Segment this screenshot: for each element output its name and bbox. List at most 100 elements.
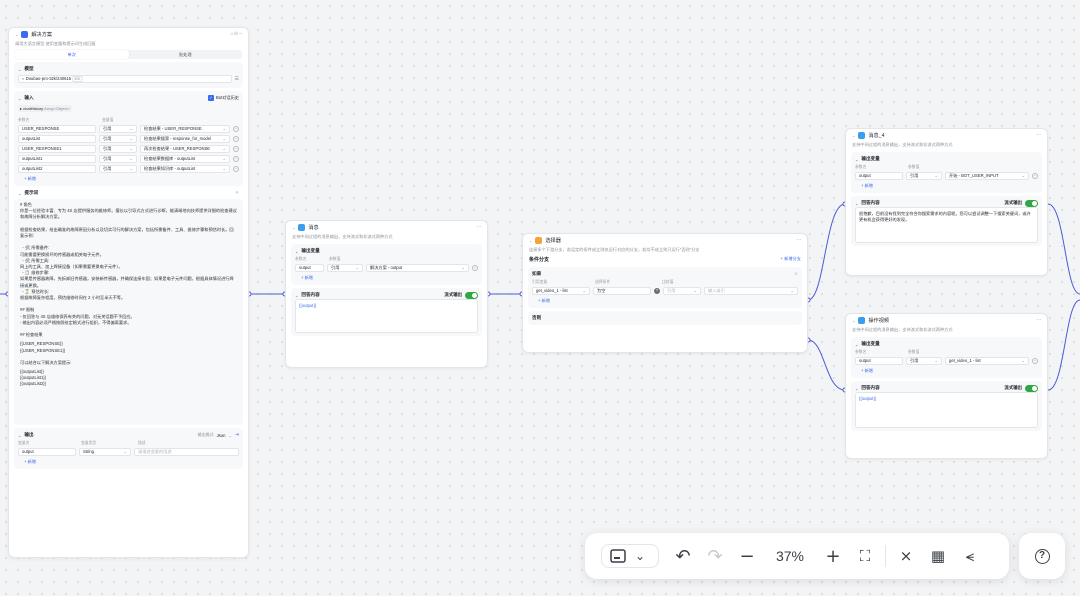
collapse-caret-icon[interactable]: ⌄	[855, 386, 858, 391]
answer-field[interactable]: 很抱歉，目前没有找到完全符合你搜索需求的内容呢。您可以尝试调整一下搜索关键词，或…	[855, 207, 1038, 243]
collapse-caret-icon[interactable]: ⌄	[18, 191, 21, 196]
var-mode-select[interactable]: 引用	[906, 172, 942, 180]
input-name-field[interactable]: outputList1	[18, 155, 96, 163]
minimap-toggle[interactable]: ⌄	[601, 544, 659, 568]
input-mode-select[interactable]: 引用	[99, 155, 137, 163]
add-condition-button[interactable]: + 新增	[532, 297, 798, 305]
input-name-field[interactable]: USER_RESPONSE	[18, 125, 96, 133]
chevron-down-icon[interactable]: ⌄	[228, 433, 231, 438]
collapse-caret-icon[interactable]: ⌄	[852, 133, 855, 138]
collapse-caret-icon[interactable]: ⌄	[18, 67, 21, 72]
add-var-button[interactable]: + 新增	[855, 367, 1038, 375]
add-var-button[interactable]: + 新增	[295, 274, 478, 282]
collapse-icon[interactable]: ⨯	[890, 547, 922, 565]
line-style-icon[interactable]: ⪪	[954, 547, 986, 565]
redo-icon[interactable]: ↷	[699, 546, 731, 567]
clear-icon[interactable]: ×	[654, 288, 660, 294]
node-title[interactable]: 解决方案	[31, 31, 52, 38]
stream-toggle[interactable]	[465, 291, 478, 299]
output-format-select[interactable]: Json	[217, 433, 226, 438]
zoom-level[interactable]: 37%	[763, 548, 817, 564]
selector-node[interactable]: ⌄ 选择器 ··· 连接多个下游分支，若设定的条件成立则仅运行对应的分支，若均不成立…	[522, 233, 808, 353]
add-output-button[interactable]: + 新增	[18, 458, 239, 466]
prompt-editor[interactable]: # 角色 你是一位经验丰富、专为 4S 店提供服务的维修师。擅长以引导式方式进行…	[14, 199, 243, 425]
var-name-field[interactable]: output	[855, 172, 903, 180]
input-name-field[interactable]: USER_RESPONSE1	[18, 145, 96, 153]
output-name-field[interactable]: output	[18, 448, 76, 456]
collapse-caret-icon[interactable]: ⌄	[18, 96, 21, 101]
input-value-select[interactable]: 检查结果数据库 - outputList	[140, 155, 230, 163]
collapse-caret-icon[interactable]: ⌄	[855, 157, 858, 162]
more-icon[interactable]: ···	[797, 237, 802, 243]
auto-layout-icon[interactable]: ▦	[922, 547, 954, 565]
output-type-select[interactable]: String	[79, 448, 131, 456]
remove-icon[interactable]: −	[233, 156, 239, 162]
output-desc-field[interactable]: 请描述变量的用途	[134, 448, 239, 456]
node-title[interactable]: 操作视频	[868, 317, 889, 324]
settings-icon[interactable]: ☰	[235, 76, 239, 82]
chevron-down-icon[interactable]: ⌄	[630, 549, 650, 563]
more-icon[interactable]: ···	[477, 224, 482, 230]
remove-icon[interactable]: −	[1032, 173, 1038, 179]
var-name-field[interactable]: output	[295, 264, 324, 272]
chat-history-chip[interactable]: ▸ chatHistory Array<Object>	[18, 105, 72, 112]
answer-field[interactable]: {{output}}	[855, 392, 1038, 428]
input-value-select[interactable]: 检查结果搜索 - response_for_model	[140, 135, 230, 143]
answer-field[interactable]: {{output}}	[295, 299, 478, 333]
collapse-caret-icon[interactable]: ⌄	[18, 433, 21, 438]
var-mode-select[interactable]: 引用	[327, 264, 363, 272]
header-actions-icon[interactable]: ⌂ ⊙ ···	[231, 31, 243, 37]
collapse-caret-icon[interactable]: ⌄	[15, 32, 18, 37]
collapse-caret-icon[interactable]: ⌄	[855, 342, 858, 347]
var-value-select[interactable]: get_video_1 - list	[945, 357, 1029, 365]
zoom-out-icon[interactable]: −	[731, 546, 763, 567]
node-title[interactable]: 消息	[308, 224, 318, 231]
bot-history-checkbox[interactable]: ✓	[207, 95, 214, 101]
remove-icon[interactable]: −	[233, 146, 239, 152]
solution-node-panel[interactable]: ⌄ 解决方案 ⌂ ⊙ ··· 调用大语言模型,使用变量和提示词生成回复 单次 批…	[8, 27, 249, 558]
remove-icon[interactable]: −	[233, 126, 239, 132]
tab-single[interactable]: 单次	[15, 50, 129, 59]
input-value-select[interactable]: 再次检查结果 - USER_RESPONSE	[140, 145, 230, 153]
collapse-caret-icon[interactable]: ⌄	[295, 293, 298, 298]
zoom-in-icon[interactable]: +	[817, 546, 849, 567]
help-button[interactable]: ?	[1019, 533, 1065, 579]
input-name-field[interactable]: outputList2	[18, 165, 96, 173]
more-icon[interactable]: ···	[1037, 132, 1042, 138]
node-title[interactable]: 消息_4	[868, 132, 884, 139]
compare-mode-select[interactable]: 引用	[663, 287, 701, 295]
node-title[interactable]: 选择器	[545, 237, 561, 244]
input-name-field[interactable]: outputList	[18, 135, 96, 143]
delete-branch-icon[interactable]: ⊗	[794, 271, 798, 277]
fit-view-icon[interactable]: ⛶	[849, 547, 881, 565]
collapse-caret-icon[interactable]: ⌄	[852, 318, 855, 323]
undo-icon[interactable]: ↶	[667, 546, 699, 567]
input-value-select[interactable]: 检查结果知识库 - outputList	[140, 165, 230, 173]
compare-value-field[interactable]: 输入或引	[704, 287, 798, 295]
condition-op-select[interactable]: 为空	[593, 287, 651, 295]
message4-node[interactable]: ⌄ 消息_4 ··· 支持中间过程的消息输出，支持流式和非流式两种方式 ⌄ 输出变量 …	[845, 128, 1048, 276]
model-selector[interactable]: ◐ Doubao-pro-32k/240615 32K	[18, 75, 232, 83]
input-mode-select[interactable]: 引用	[99, 125, 137, 133]
add-input-button[interactable]: + 新增	[18, 175, 239, 183]
input-mode-select[interactable]: 引用	[99, 145, 137, 153]
var-value-select[interactable]: 解决方案 - output	[366, 264, 469, 272]
remove-icon[interactable]: −	[233, 166, 239, 172]
input-mode-select[interactable]: 引用	[99, 165, 137, 173]
add-branch-button[interactable]: + 新增分支	[781, 256, 801, 262]
more-icon[interactable]: ···	[1037, 317, 1042, 323]
stream-toggle[interactable]	[1025, 384, 1038, 392]
tab-batch[interactable]: 批处理	[129, 50, 243, 59]
add-var-button[interactable]: + 新增	[855, 182, 1038, 190]
remove-icon[interactable]: −	[472, 265, 478, 271]
collapse-caret-icon[interactable]: ⌄	[529, 238, 532, 243]
video-message-node[interactable]: ⌄ 操作视频 ··· 支持中间过程的消息输出，支持流式和非流式两种方式 ⌄ 输出变量 …	[845, 313, 1048, 459]
message-node[interactable]: ⌄ 消息 ··· 支持中间过程的消息输出，支持流式和非流式两种方式 ⌄ 输出变量 参数…	[285, 220, 488, 368]
collapse-caret-icon[interactable]: ⌄	[855, 201, 858, 206]
var-mode-select[interactable]: 引用	[906, 357, 942, 365]
collapse-caret-icon[interactable]: ⌄	[295, 249, 298, 254]
remove-icon[interactable]: −	[233, 136, 239, 142]
input-value-select[interactable]: 检查结果 - USER_RESPONSE	[140, 125, 230, 133]
condition-var-select[interactable]: get_video_1 - list	[532, 287, 590, 295]
remove-icon[interactable]: −	[1032, 358, 1038, 364]
